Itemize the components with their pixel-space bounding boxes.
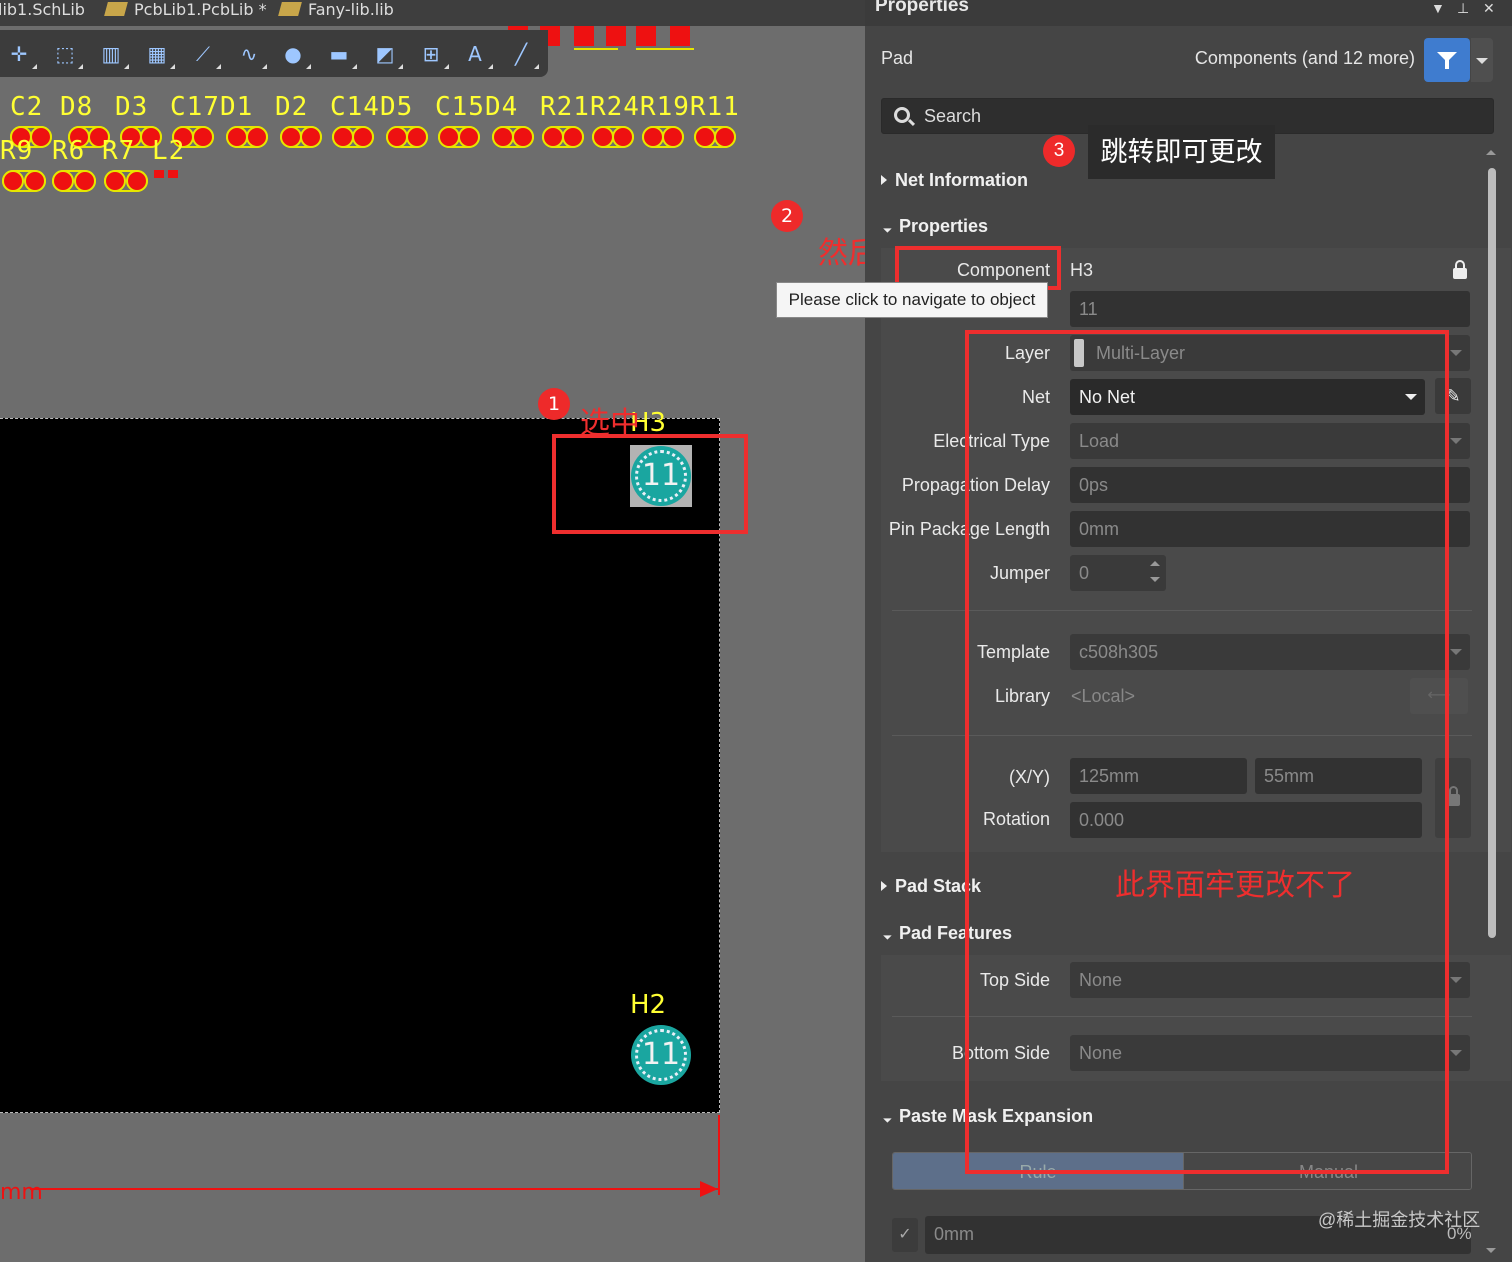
watermark: @稀土掘金技术社区 — [1318, 1210, 1481, 1230]
designator-label: L2 — [152, 136, 186, 166]
pcb-doc-icon — [104, 2, 128, 16]
designator-label: R21R24R19R11 — [540, 92, 740, 122]
pad-number: 11 — [641, 1037, 681, 1072]
section-net-information[interactable]: Net Information — [881, 170, 1028, 191]
designator-label: C14D5 — [330, 92, 414, 122]
tab-schlib[interactable]: lib1.SchLib — [0, 0, 85, 26]
step-3-text: 跳转即可更改 — [1088, 125, 1275, 179]
section-properties[interactable]: Properties — [880, 216, 988, 237]
chevron-down-icon — [1450, 977, 1462, 983]
component-icon[interactable]: ▦ — [140, 38, 175, 70]
object-type-label: Pad — [881, 48, 914, 68]
route-icon[interactable]: ⟋ — [186, 38, 221, 70]
close-icon[interactable]: ✕ — [1483, 0, 1495, 17]
chevron-down-icon — [880, 1111, 892, 1123]
interactive-route-icon[interactable]: ∿ — [232, 38, 267, 70]
designator-label: R6 — [52, 136, 86, 166]
dimension-arrow-icon — [700, 1181, 718, 1197]
chevron-down-icon — [1450, 438, 1462, 444]
document-tab-bar: lib1.SchLib PcbLib1.PcbLib * Fany-lib.li… — [0, 0, 865, 26]
step-3-badge: 3 — [1043, 135, 1075, 167]
designator-label: D2 — [275, 92, 309, 122]
pad — [606, 26, 626, 46]
step-2-text: 然后点击 — [818, 236, 865, 271]
scroll-up-icon[interactable] — [1486, 150, 1496, 155]
filter-dropdown-button[interactable] — [1471, 38, 1493, 82]
annotation-box-fields — [965, 330, 1449, 1174]
designator-label: C15D4 — [435, 92, 519, 122]
chevron-down-icon — [880, 928, 892, 940]
lock-icon[interactable] — [1453, 260, 1467, 279]
pin-icon[interactable]: ⊥ — [1457, 0, 1469, 17]
text-icon[interactable]: A — [458, 38, 493, 70]
tab-label: Fany-lib.lib — [308, 0, 394, 19]
chevron-down-icon — [1450, 350, 1462, 356]
pad — [670, 26, 690, 46]
lib-doc-icon — [278, 2, 302, 16]
active-bar-toolbar: ✛ ⬚ ▥ ▦ ⟋ ∿ ● ▬ ◩ ⊞ A ╱ — [0, 30, 548, 77]
region-icon[interactable]: ◩ — [368, 38, 403, 70]
dimension-line — [718, 1115, 720, 1195]
silk-line — [636, 48, 694, 50]
pad — [636, 26, 656, 46]
step-1-badge: 1 — [538, 388, 570, 420]
chevron-down-icon — [1450, 1050, 1462, 1056]
panel-title: Properties — [875, 0, 969, 16]
designator-label: R7 — [102, 136, 136, 166]
chevron-down-icon — [880, 221, 892, 233]
chevron-down-icon — [1450, 649, 1462, 655]
tab-label: PcbLib1.PcbLib * — [134, 0, 267, 19]
designator-label: C17D1 — [170, 92, 254, 122]
search-icon — [894, 107, 910, 123]
annotation-cannot-change: 此界面牢更改不了 — [1115, 869, 1355, 902]
tab-label: lib1.SchLib — [0, 0, 85, 19]
crosshair-icon[interactable]: ✛ — [2, 38, 37, 70]
h2-pad[interactable]: 11 — [631, 1025, 691, 1085]
tab-pcblib[interactable]: PcbLib1.PcbLib * — [104, 0, 267, 26]
search-placeholder: Search — [924, 106, 982, 126]
fill-icon[interactable]: ▬ — [322, 38, 357, 70]
dimension-unit: mm — [0, 1180, 43, 1205]
tab-fany-lib[interactable]: Fany-lib.lib — [278, 0, 394, 26]
line-icon[interactable]: ╱ — [504, 38, 539, 70]
designator-label: D8 — [60, 92, 94, 122]
step-2-badge: 2 — [771, 200, 803, 232]
selection-filter-text: Components (and 12 more) — [1194, 48, 1415, 68]
panel-header: Properties ▼ ⊥ ✕ — [865, 0, 1512, 26]
component-value: H3 — [1070, 260, 1094, 280]
dimension-icon[interactable]: ⊞ — [414, 38, 449, 70]
silk-line — [574, 48, 618, 50]
align-icon[interactable]: ▥ — [94, 38, 129, 70]
step-1-text: 选中 — [580, 406, 640, 441]
properties-panel: Properties ▼ ⊥ ✕ Pad Components (and 12 … — [776, 0, 1512, 1262]
h2-designator: H2 — [630, 990, 667, 1020]
chevron-right-icon — [881, 881, 887, 891]
via-icon[interactable]: ● — [276, 38, 311, 70]
chevron-right-icon — [881, 175, 887, 185]
select-rect-icon[interactable]: ⬚ — [48, 38, 83, 70]
navigate-tooltip: Please click to navigate to object — [776, 282, 1048, 318]
scroll-down-icon[interactable] — [1486, 1248, 1496, 1253]
paste-checkbox[interactable]: ✓ — [892, 1218, 918, 1252]
pcb-canvas[interactable]: lib1.SchLib PcbLib1.PcbLib * Fany-lib.li… — [0, 0, 865, 1262]
filter-icon[interactable] — [1424, 38, 1470, 82]
designator-label: C2 — [10, 92, 44, 122]
designator-label: D3 — [115, 92, 149, 122]
panel-menu-icon[interactable]: ▼ — [1431, 0, 1445, 16]
designator-label: R9 — [0, 136, 34, 166]
designator-field[interactable]: 11 — [1070, 291, 1470, 327]
scrollbar[interactable] — [1488, 168, 1496, 938]
annotation-box-select — [552, 434, 748, 534]
pad — [574, 26, 594, 46]
dimension-line — [30, 1188, 720, 1190]
